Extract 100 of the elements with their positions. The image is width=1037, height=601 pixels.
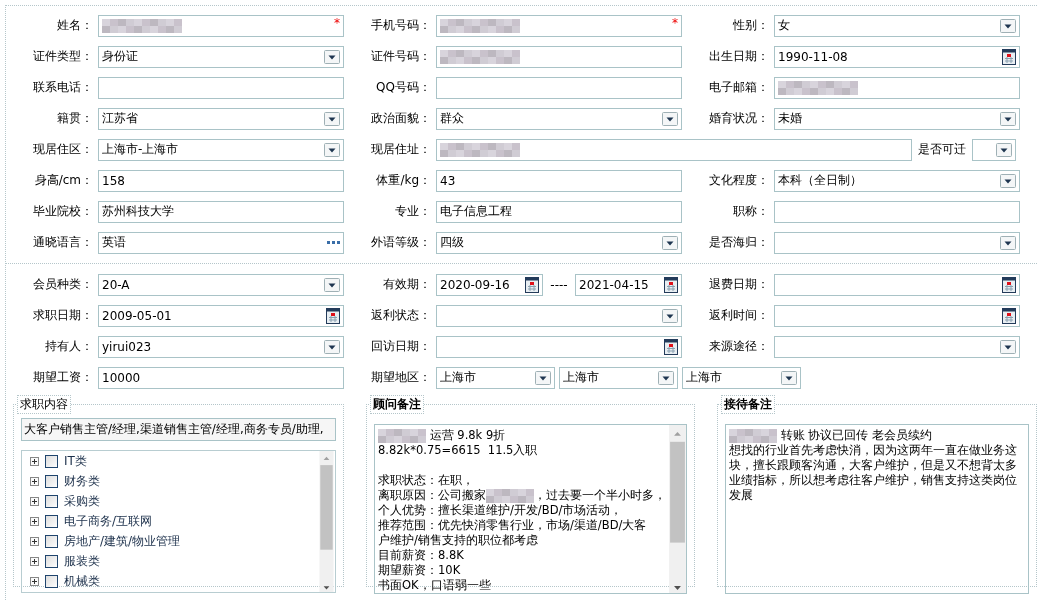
panel-title: 接待备注	[721, 395, 775, 414]
lookup-field[interactable]: 英语	[98, 231, 344, 254]
field-label: 返利时间：	[708, 307, 769, 324]
dropdown-field[interactable]: 上海市	[682, 366, 801, 389]
checkbox[interactable]	[45, 554, 58, 568]
date-field[interactable]: 2020-09-16	[436, 273, 543, 296]
text-field[interactable]: 苏州科技大学	[98, 200, 344, 223]
text-field[interactable]	[436, 45, 682, 68]
field-label: 现居住址：	[370, 141, 431, 158]
tree-item[interactable]: 采购类	[64, 492, 100, 510]
tree-item[interactable]: 电子商务/互联网	[64, 512, 153, 530]
expand-icon[interactable]	[30, 536, 39, 546]
text-field[interactable]: 大客户销售主管/经理,渠道销售主管/经理,商务专员/助理,	[21, 418, 336, 441]
calendar-icon[interactable]	[1002, 276, 1016, 293]
text-field[interactable]: 电子信息工程	[436, 200, 682, 223]
field-label: 通晓语言：	[32, 234, 93, 251]
scrollbar[interactable]	[669, 425, 686, 593]
expand-icon[interactable]	[30, 556, 39, 566]
dropdown-field[interactable]: 身份证	[98, 45, 344, 68]
more-icon[interactable]	[327, 241, 340, 244]
text-field[interactable]: *	[98, 14, 344, 37]
range-separator: ----	[549, 277, 569, 292]
text-field[interactable]: 158	[98, 169, 344, 192]
field-label: 现居住区：	[32, 141, 93, 158]
field-label: 证件类型：	[32, 48, 93, 65]
field-label: 有效期：	[382, 276, 431, 293]
field-label: 婚育状况：	[708, 110, 769, 127]
note-line: 块，擅长跟顾客沟通，大客户维护，但是又不想背太多	[729, 458, 1018, 473]
checkbox[interactable]	[45, 514, 58, 528]
text-field[interactable]: 10000	[98, 366, 344, 389]
date-field[interactable]	[774, 304, 1020, 327]
date-field[interactable]	[436, 335, 682, 358]
notes-area[interactable]: 转账 协议已回传 老会员续约 想找的行业首先考虑快消，因为这两年一直在做业务这 块，擅长跟顾客沟通，大客户维护，但是又不想背太多 业绩指标，所以想考虑往客户维护，销售支持这类岗位 发展	[725, 424, 1029, 594]
calendar-icon[interactable]	[525, 276, 539, 293]
note-line: 推荐范围：优先快消零售行业，市场/渠道/BD/大客	[378, 518, 648, 533]
field-label: 外语等级：	[370, 234, 431, 251]
field-label: 职称：	[732, 203, 769, 220]
tree-item[interactable]: 房地产/建筑/物业管理	[64, 532, 181, 550]
text-field[interactable]	[436, 138, 912, 161]
scrollbar[interactable]	[318, 451, 335, 592]
field-label: 是否海归：	[708, 234, 769, 251]
text-field[interactable]: 43	[436, 169, 682, 192]
checkbox[interactable]	[45, 474, 58, 488]
note-line: 个人优势：擅长渠道维护/开发/BD/市场活动，	[378, 503, 624, 518]
dropdown-field[interactable]	[774, 231, 1020, 254]
tree-item[interactable]: IT类	[64, 452, 87, 470]
calendar-icon[interactable]	[1002, 48, 1016, 65]
dropdown-field[interactable]	[774, 335, 1020, 358]
redaction-mosaic	[378, 428, 426, 443]
calendar-icon[interactable]	[664, 276, 678, 293]
note-line: 户维护/销售支持的职位都考虑	[378, 533, 539, 548]
expand-icon[interactable]	[30, 516, 39, 526]
dropdown-field[interactable]: 女	[774, 14, 1020, 37]
required-mark: *	[334, 16, 340, 29]
date-field[interactable]: 1990-11-08	[774, 45, 1020, 68]
note-line: 8.82k*0.75=6615 11.5入职	[378, 443, 539, 458]
expand-icon[interactable]	[30, 476, 39, 486]
notes-area[interactable]: 运营 9.8k 9折 8.82k*0.75=6615 11.5入职 求职状态：在职， 离职原因：公司搬家 ，过去要一个半小时多， 个人优势：擅长渠道维护/开发/BD/市场活动， 推荐范围：优先快消零售行业，市场/渠道/BD/大客 户维护/销售支持的职位都考虑 目前薪资：8.8K 期望薪资：10K 书面OK，口语弱一些	[374, 424, 687, 594]
tree-item[interactable]: 财务类	[64, 472, 100, 490]
dropdown-field[interactable]: yirui023	[98, 335, 344, 358]
text-field[interactable]: *	[436, 14, 682, 37]
dropdown-field[interactable]	[972, 138, 1016, 161]
dropdown-field[interactable]: 群众	[436, 107, 682, 130]
text-field[interactable]	[774, 76, 1020, 99]
dropdown-field[interactable]: 上海市	[436, 366, 555, 389]
dropdown-field[interactable]: 未婚	[774, 107, 1020, 130]
date-field[interactable]	[774, 273, 1020, 296]
tree-item[interactable]: 机械类	[64, 572, 100, 590]
text-field[interactable]	[436, 76, 682, 99]
note-text: 转账 协议已回传 老会员续约	[779, 428, 932, 443]
dropdown-field[interactable]: 本科（全日制）	[774, 169, 1020, 192]
expand-icon[interactable]	[30, 456, 39, 466]
field-label: 政治面貌：	[370, 110, 431, 127]
dropdown-field[interactable]	[436, 304, 682, 327]
calendar-icon[interactable]	[326, 307, 340, 324]
dropdown-field[interactable]: 20-A	[98, 273, 344, 296]
note-text: ，过去要一个半小时多，	[534, 488, 666, 503]
checkbox[interactable]	[45, 534, 58, 548]
note-line: 发展	[729, 488, 754, 503]
expand-icon[interactable]	[30, 576, 39, 586]
date-field[interactable]: 2021-04-15	[575, 273, 682, 296]
checkbox[interactable]	[45, 574, 58, 588]
field-label: 性别：	[732, 17, 769, 34]
expand-icon[interactable]	[30, 496, 39, 506]
text-field[interactable]	[98, 76, 344, 99]
calendar-icon[interactable]	[1002, 307, 1016, 324]
date-field[interactable]: 2009-05-01	[98, 304, 344, 327]
tree-item[interactable]: 服装类	[64, 552, 100, 570]
checkbox[interactable]	[45, 494, 58, 508]
dropdown-field[interactable]: 江苏省	[98, 107, 344, 130]
text-field[interactable]	[774, 200, 1020, 223]
calendar-icon[interactable]	[664, 338, 678, 355]
field-label: 证件号码：	[370, 48, 431, 65]
field-label: 返利状态：	[370, 307, 431, 324]
checkbox[interactable]	[45, 454, 58, 468]
dropdown-field[interactable]: 上海市-上海市	[98, 138, 344, 161]
field-label: 联系电话：	[32, 79, 93, 96]
field-label: 期望工资：	[32, 369, 93, 386]
dropdown-field[interactable]: 上海市	[559, 366, 678, 389]
dropdown-field[interactable]: 四级	[436, 231, 682, 254]
